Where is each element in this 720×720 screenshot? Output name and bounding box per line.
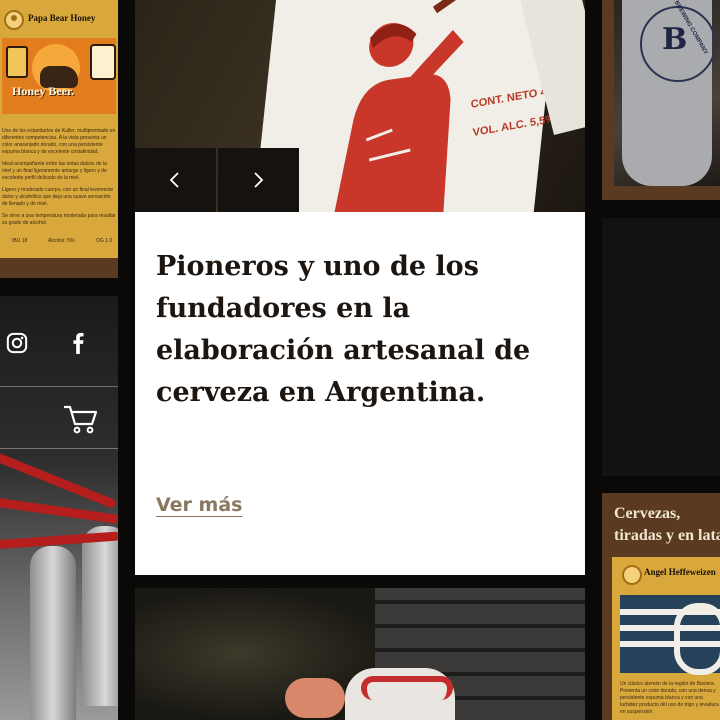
logo-letter: B <box>662 22 688 57</box>
description-paragraph: Ligero y moderado cuerpo, con un final l… <box>2 187 114 207</box>
hand-shape <box>285 678 345 718</box>
slider-prev-button[interactable] <box>135 148 216 212</box>
medal-icon <box>622 565 642 585</box>
dark-panel <box>602 218 720 476</box>
instagram-icon[interactable] <box>6 332 28 354</box>
beers-title-line: Cervezas, <box>614 505 681 522</box>
beers-title-line: tiradas y en lata <box>614 527 720 544</box>
honey-jar-icon <box>6 46 28 78</box>
medal-icon <box>4 10 24 30</box>
photo-frame: B BREWING COMPANY <box>614 0 720 186</box>
honey-beer-card[interactable]: Papa Bear Honey Honey Beer. Uno de los e… <box>0 0 118 278</box>
brewer-photo: B BREWING COMPANY <box>602 0 720 200</box>
description-paragraph: Uno de los estandartes de Kuller, multip… <box>2 128 116 155</box>
intro-headline: Pioneros y uno de los fundadores en la e… <box>156 251 531 408</box>
label-artwork <box>620 595 720 675</box>
stat-ibu: IBU 18 <box>12 238 28 244</box>
beers-card[interactable]: Cervezas, tiradas y en lata Angel Heffew… <box>602 493 720 720</box>
stat-alcohol: Alcohol: 5% <box>48 238 75 244</box>
beer-description: Uno de los estandartes de Kuller, multip… <box>0 128 118 232</box>
facebook-icon[interactable] <box>70 332 86 354</box>
fermentation-tank <box>30 546 76 720</box>
divider <box>0 386 118 387</box>
slider-controls <box>135 148 299 212</box>
swirl-shape <box>674 603 720 675</box>
brewery-photo <box>0 296 118 720</box>
label-artwork: Honey Beer. <box>2 38 116 114</box>
artwork-title: Honey Beer. <box>12 84 75 98</box>
description-paragraph: Se sirve a una temperatura moderada para… <box>2 213 116 226</box>
chevron-left-icon <box>169 172 179 188</box>
beer-label: Papa Bear Honey Honey Beer. Uno de los e… <box>0 0 118 258</box>
beers-title: Cervezas, tiradas y en lata <box>614 503 720 547</box>
t-shirt: B BREWING COMPANY <box>622 0 716 186</box>
beer-name: Angel Heffeweizen <box>644 567 716 577</box>
slider-next-button[interactable] <box>218 148 299 212</box>
intro-card: Pioneros y uno de los fundadores en la e… <box>135 212 585 575</box>
can-abv: VOL. ALC. 5,5% <box>472 112 556 140</box>
read-more-link[interactable]: Ver más <box>156 494 242 516</box>
description-paragraph: Ideal acompañante entre las notas dulces… <box>2 161 107 181</box>
divider <box>0 448 118 449</box>
beer-label: Angel Heffeweizen Un clásico alemán de l… <box>612 557 720 720</box>
cart-icon[interactable] <box>62 404 98 434</box>
label-header: Papa Bear Honey <box>0 8 118 32</box>
beer-description: Un clásico alemán de la región de Bavier… <box>620 681 719 715</box>
stat-og: OG 1.0 <box>96 238 113 244</box>
keg-photo <box>135 588 585 720</box>
honey-jar-icon <box>90 44 116 80</box>
chevron-right-icon <box>254 172 264 188</box>
fermentation-tank <box>82 526 118 706</box>
keg-handle <box>361 676 453 700</box>
beer-name: Papa Bear Honey <box>28 13 96 23</box>
baseball-player-illustration <box>332 0 478 212</box>
